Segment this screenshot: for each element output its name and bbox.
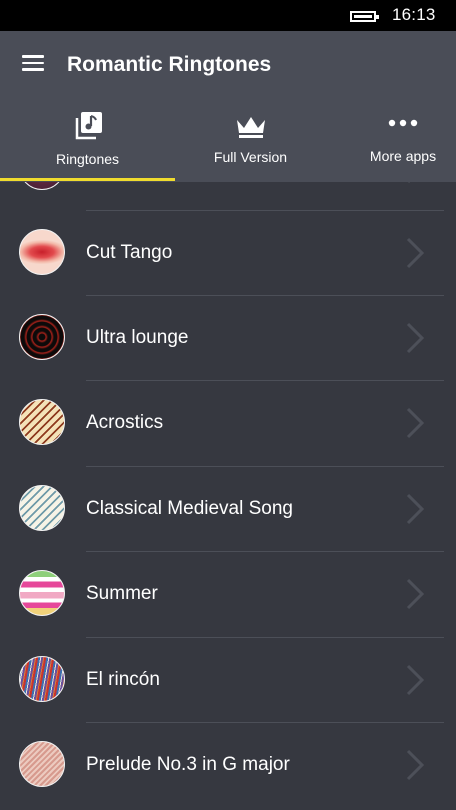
- chevron-right-icon: [406, 237, 425, 269]
- list-item[interactable]: Summer: [0, 551, 456, 636]
- row-divider: [86, 551, 444, 552]
- row-divider: [86, 466, 444, 467]
- tab-full-version-label: Full Version: [213, 149, 288, 165]
- ringtone-thumbnail: [19, 314, 65, 360]
- row-divider: [86, 722, 444, 723]
- chevron-right-icon: [406, 578, 425, 610]
- app-header: Romantic Ringtones Ringtones Full Versio…: [0, 31, 456, 182]
- music-library-icon: [75, 112, 102, 140]
- selected-tab-indicator: [0, 178, 175, 181]
- ringtone-thumbnail: [19, 182, 65, 190]
- chevron-right-icon: [406, 749, 425, 781]
- chevron-right-icon: [406, 322, 425, 354]
- ringtone-title: Classical Medieval Song: [86, 498, 293, 519]
- tab-more-apps[interactable]: More apps: [340, 106, 456, 182]
- chevron-right-icon: [406, 493, 425, 525]
- app-title: Romantic Ringtones: [67, 53, 272, 76]
- ringtone-title: El rincón: [86, 669, 160, 690]
- ringtone-thumbnail: [19, 399, 65, 445]
- list-item[interactable]: Cut Tango: [0, 210, 456, 295]
- list-item[interactable]: Prelude No.3 in G major: [0, 722, 456, 807]
- crown-icon: [236, 117, 265, 138]
- row-divider: [86, 637, 444, 638]
- more-dots-icon: [388, 119, 418, 127]
- ringtone-title: Prelude No.3 in G major: [86, 754, 290, 775]
- row-divider: [86, 295, 444, 296]
- ringtone-list[interactable]: Cut Tango Ultra lounge Acrostics Classic…: [0, 182, 456, 810]
- battery-icon: [350, 11, 379, 22]
- tab-more-apps-label: More apps: [369, 148, 437, 164]
- chevron-right-icon: [408, 182, 411, 184]
- chevron-right-icon: [406, 664, 425, 696]
- list-item[interactable]: Acrostics: [0, 380, 456, 465]
- list-item[interactable]: Classical Medieval Song: [0, 466, 456, 551]
- list-item[interactable]: Ultra lounge: [0, 295, 456, 380]
- ringtone-thumbnail: [19, 485, 65, 531]
- status-time: 16:13: [392, 5, 436, 24]
- ringtone-thumbnail: [19, 741, 65, 787]
- hamburger-menu-icon[interactable]: [22, 55, 44, 71]
- chevron-right-icon: [406, 407, 425, 439]
- row-divider: [86, 210, 444, 211]
- tab-ringtones-label: Ringtones: [55, 151, 120, 167]
- ringtone-thumbnail: [19, 229, 65, 275]
- ringtone-title: Ultra lounge: [86, 327, 189, 348]
- row-divider: [86, 380, 444, 381]
- ringtone-title: Acrostics: [86, 412, 164, 433]
- tab-ringtones[interactable]: Ringtones: [0, 106, 175, 182]
- ringtone-thumbnail: [19, 656, 65, 702]
- ringtone-title: Cut Tango: [86, 242, 173, 263]
- status-bar: 16:13: [0, 0, 456, 31]
- list-item[interactable]: El rincón: [0, 637, 456, 722]
- ringtone-thumbnail: [19, 570, 65, 616]
- ringtone-title: Summer: [86, 583, 158, 604]
- tab-bar: Ringtones Full Version More apps: [0, 106, 456, 182]
- tab-full-version[interactable]: Full Version: [163, 106, 338, 182]
- list-item[interactable]: [0, 182, 456, 210]
